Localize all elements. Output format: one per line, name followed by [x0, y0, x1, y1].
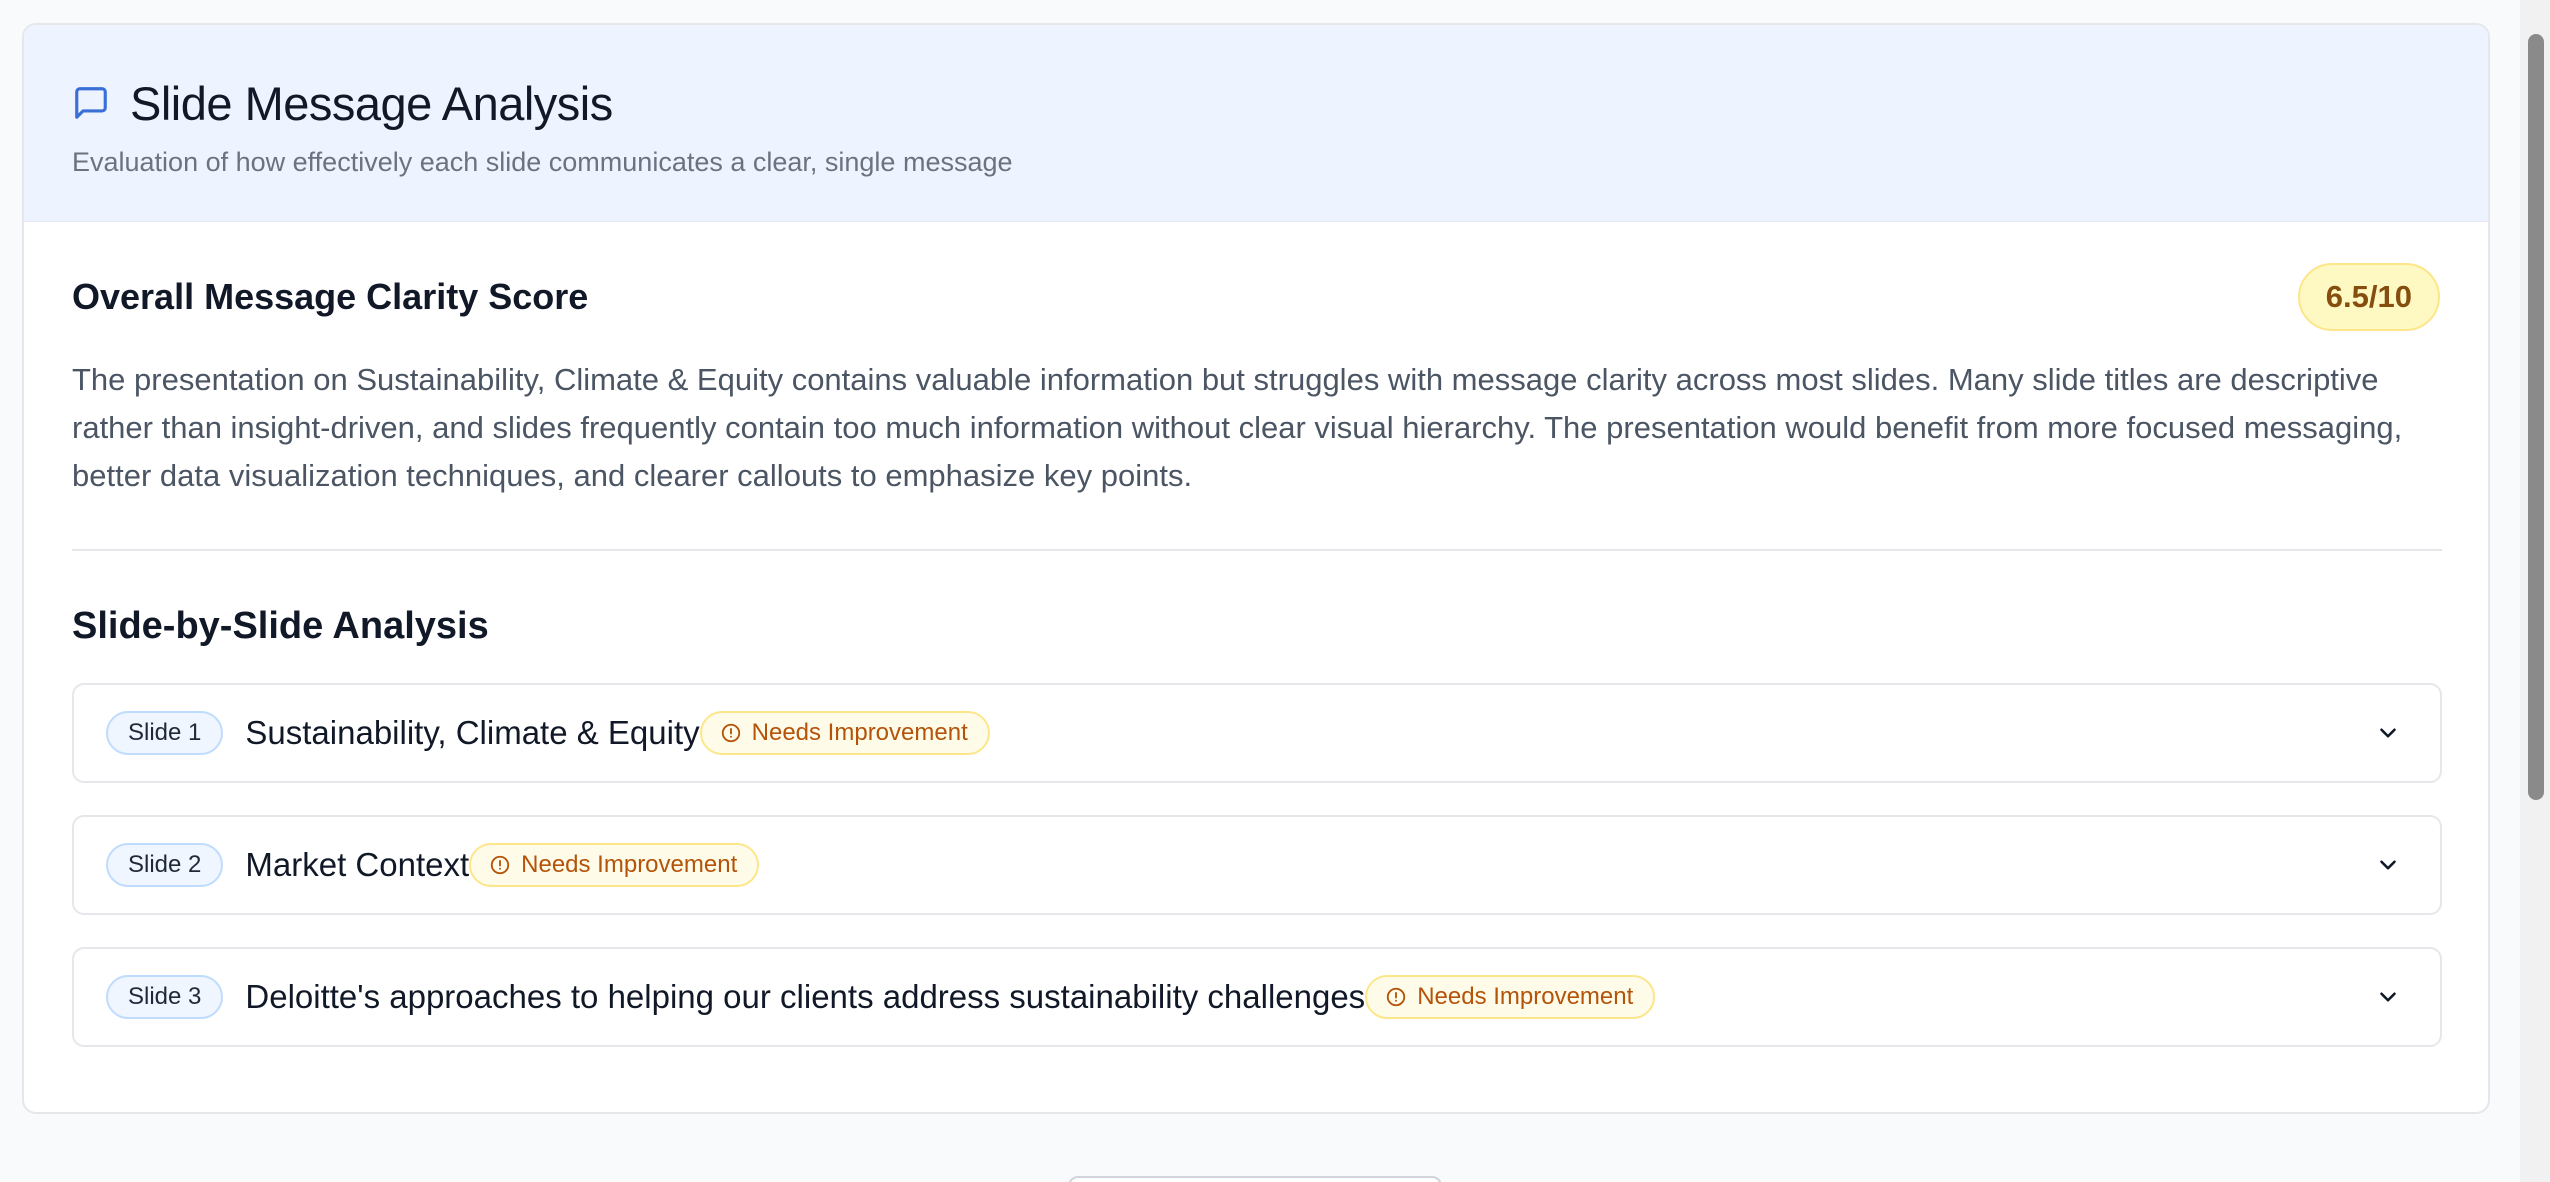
chevron-down-icon[interactable] — [2368, 977, 2408, 1017]
chevron-down-icon[interactable] — [2368, 845, 2408, 885]
slide-title: Deloitte's approaches to helping our cli… — [245, 978, 1366, 1015]
divider — [72, 549, 2442, 551]
slide-list: Slide 1 Sustainability, Climate & Equity… — [72, 683, 2442, 1047]
status-label: Needs Improvement — [751, 719, 968, 746]
message-square-icon — [72, 84, 110, 122]
card-body: Overall Message Clarity Score 6.5/10 The… — [24, 222, 2488, 1047]
alert-circle-icon — [721, 723, 740, 743]
slide-number-badge: Slide 1 — [106, 711, 224, 755]
slide-number-badge: Slide 3 — [106, 975, 224, 1019]
slide-title: Sustainability, Climate & Equity — [245, 714, 700, 751]
slide-accordion-item[interactable]: Slide 3 Deloitte's approaches to helping… — [72, 947, 2442, 1047]
message-analysis-card: Slide Message Analysis Evaluation of how… — [22, 23, 2490, 1114]
chevron-down-icon[interactable] — [2368, 713, 2408, 753]
next-section-button[interactable] — [1068, 1176, 1442, 1182]
status-badge: Needs Improvement — [469, 843, 760, 887]
page-title: Slide Message Analysis — [130, 76, 613, 130]
alert-circle-icon — [1387, 987, 1406, 1007]
scrollbar-thumb[interactable] — [2528, 34, 2544, 800]
scrollbar[interactable] — [2520, 0, 2550, 1182]
score-row: Overall Message Clarity Score 6.5/10 — [72, 262, 2440, 332]
score-badge: 6.5/10 — [2297, 263, 2440, 331]
slide-number-badge: Slide 2 — [106, 843, 224, 887]
page: Slide Message Analysis Evaluation of how… — [0, 0, 2550, 1182]
alert-circle-icon — [490, 855, 510, 875]
status-label: Needs Improvement — [521, 851, 738, 878]
status-label: Needs Improvement — [1417, 983, 1634, 1010]
overall-summary: The presentation on Sustainability, Clim… — [72, 362, 2403, 493]
title-row: Slide Message Analysis — [72, 73, 2440, 133]
slide-accordion-item[interactable]: Slide 1 Sustainability, Climate & Equity… — [72, 683, 2442, 783]
section-title: Slide-by-Slide Analysis — [72, 605, 489, 647]
slide-accordion-item[interactable]: Slide 2 Market Context Needs Improvement — [72, 815, 2442, 915]
overall-score-title: Overall Message Clarity Score — [72, 276, 589, 317]
status-badge: Needs Improvement — [699, 711, 990, 755]
card-header: Slide Message Analysis Evaluation of how… — [24, 25, 2488, 222]
slide-title: Market Context — [245, 846, 470, 883]
page-subtitle: Evaluation of how effectively each slide… — [72, 147, 1013, 177]
status-badge: Needs Improvement — [1365, 975, 1656, 1019]
